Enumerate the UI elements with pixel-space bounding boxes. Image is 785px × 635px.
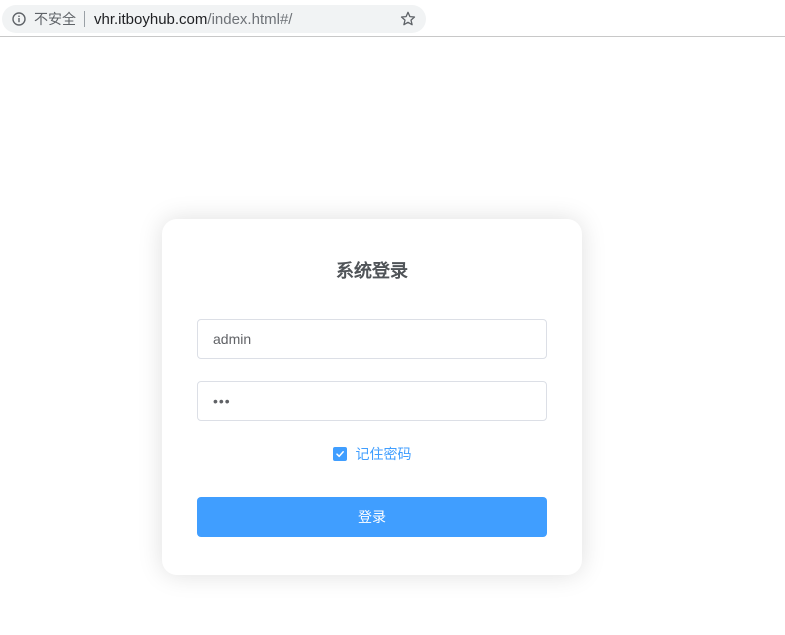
remember-password-label[interactable]: 记住密码 xyxy=(356,444,412,464)
browser-toolbar: 不安全 vhr.itboyhub.com/index.html#/ xyxy=(0,0,785,37)
page-title: 系统登录 xyxy=(336,261,408,282)
remember-password-row[interactable]: 记住密码 xyxy=(162,444,582,464)
star-icon[interactable] xyxy=(400,11,416,27)
login-button[interactable]: 登录 xyxy=(197,497,547,537)
username-field-wrapper xyxy=(197,319,547,359)
password-input[interactable]: ••• xyxy=(213,382,231,420)
checkmark-icon xyxy=(335,451,344,458)
address-separator xyxy=(84,11,85,27)
address-bar[interactable]: 不安全 vhr.itboyhub.com/index.html#/ xyxy=(2,5,426,33)
password-field-wrapper[interactable]: ••• xyxy=(197,381,547,421)
remember-checkbox[interactable] xyxy=(332,447,347,461)
url-host: vhr.itboyhub.com xyxy=(94,10,208,28)
url-path: /index.html#/ xyxy=(207,10,293,28)
security-status-label[interactable]: 不安全 xyxy=(34,9,76,29)
info-icon[interactable] xyxy=(12,12,26,26)
username-input[interactable] xyxy=(198,320,546,358)
login-card: 系统登录 ••• 记住密码 登录 xyxy=(162,219,582,575)
url-text[interactable]: vhr.itboyhub.com/index.html#/ xyxy=(94,11,292,28)
